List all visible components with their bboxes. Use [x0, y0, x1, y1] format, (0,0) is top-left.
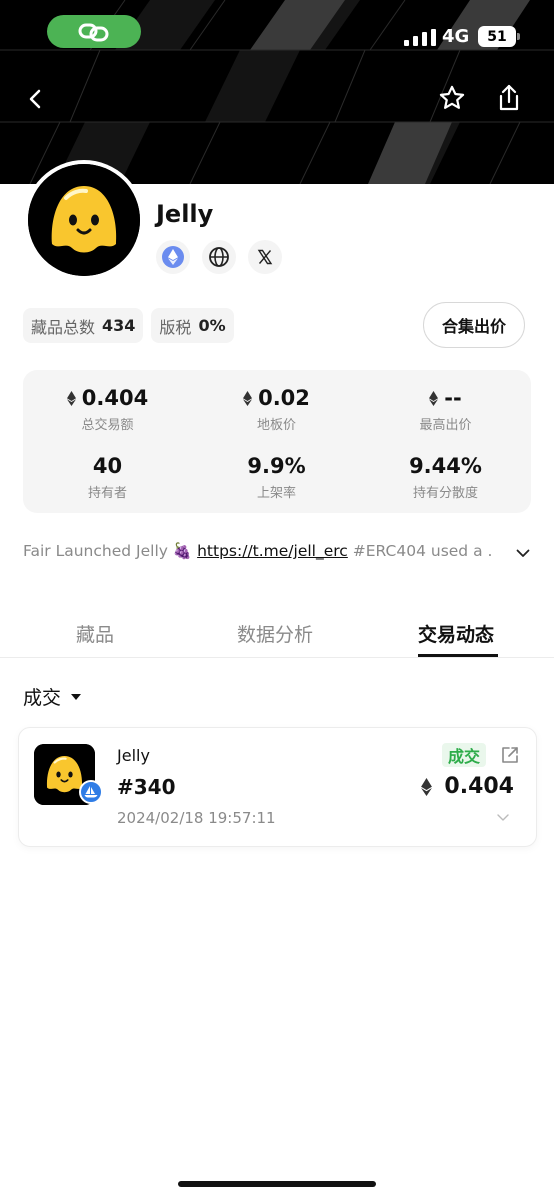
favorite-button[interactable] — [434, 80, 470, 116]
transaction-token-id: #340 — [117, 775, 176, 799]
stat-owners: 40 持有者 — [23, 454, 192, 501]
chip-value: 0% — [198, 316, 226, 335]
website-button[interactable] — [202, 240, 236, 274]
stat-holder-distribution: 9.44% 持有分散度 — [361, 454, 530, 501]
link-icon — [78, 23, 109, 41]
stat-label: 地板价 — [256, 418, 296, 433]
transaction-collection: Jelly — [117, 746, 150, 765]
back-button[interactable] — [18, 82, 52, 116]
total-items-chip: 藏品总数 434 — [23, 308, 144, 343]
stat-value: 40 — [92, 454, 123, 478]
chevron-left-icon — [29, 89, 41, 109]
ethereum-icon — [162, 246, 184, 268]
chevron-down-icon — [497, 813, 509, 821]
transaction-type-badge: 成交 — [442, 743, 487, 767]
collection-offer-button[interactable]: 合集出价 — [423, 302, 525, 348]
battery-indicator: 51 — [478, 26, 520, 47]
description-prefix: Fair Launched Jelly — [23, 542, 173, 560]
opensea-icon — [84, 786, 98, 798]
transaction-time: 2024/02/18 19:57:11 — [117, 809, 276, 827]
eth-icon — [429, 390, 439, 406]
royalty-chip: 版税 0% — [151, 308, 234, 343]
stat-listed-rate: 9.9% 上架率 — [192, 454, 361, 501]
ethereum-chain-button[interactable] — [156, 240, 190, 274]
x-twitter-button[interactable] — [248, 240, 282, 274]
home-indicator — [178, 1181, 376, 1187]
jelly-logo — [28, 164, 140, 276]
active-tab-indicator — [418, 654, 498, 657]
external-link-icon — [502, 747, 518, 763]
tab-analytics[interactable]: 数据分析 — [237, 620, 313, 647]
stat-value: 0.404 — [81, 386, 149, 410]
stat-total-volume: 0.404 总交易额 — [23, 386, 192, 433]
price-value: 0.404 — [444, 774, 514, 799]
stat-label: 持有者 — [87, 486, 127, 501]
collection-avatar — [24, 160, 144, 280]
eth-icon — [421, 777, 433, 796]
expand-transaction-button[interactable] — [495, 810, 511, 824]
collection-description: Fair Launched Jelly 🍇 https://t.me/jell_… — [23, 542, 493, 560]
stat-label: 总交易额 — [81, 418, 134, 433]
header-banner: 4G 51 — [0, 0, 554, 184]
chip-label: 版税 — [159, 317, 192, 337]
star-outline-icon — [439, 85, 465, 109]
stat-label: 最高出价 — [419, 418, 472, 433]
cellular-signal-icon — [404, 29, 436, 46]
caret-down-icon — [71, 693, 82, 700]
stat-highest-bid: -- 最高出价 — [361, 386, 530, 433]
grape-emoji: 🍇 — [172, 542, 193, 560]
tab-items[interactable]: 藏品 — [76, 620, 114, 647]
social-links — [156, 240, 282, 274]
stat-value: 9.9% — [247, 454, 306, 478]
network-type: 4G — [442, 26, 470, 47]
stat-value: -- — [444, 386, 462, 410]
tab-bar: 藏品 数据分析 交易动态 — [0, 606, 554, 658]
telegram-link[interactable]: https://t.me/jell_erc — [197, 542, 348, 560]
view-transaction-button[interactable] — [499, 744, 521, 766]
expand-description-button[interactable] — [512, 544, 534, 562]
stat-label: 上架率 — [256, 486, 296, 501]
transaction-price: 0.404 — [421, 774, 514, 799]
connection-pill[interactable] — [47, 15, 141, 48]
stat-floor-price: 0.02 地板价 — [192, 386, 361, 433]
collection-name: Jelly — [156, 200, 214, 228]
stat-value: 0.02 — [258, 386, 310, 410]
status-bar: 4G 51 — [0, 0, 554, 64]
globe-icon — [209, 247, 229, 267]
activity-filter-dropdown[interactable]: 成交 — [23, 683, 82, 710]
stat-label: 持有分散度 — [412, 486, 478, 501]
stats-card: 0.404 总交易额 0.02 地板价 -- 最高出价 40 持有者 9.9% … — [23, 370, 531, 513]
chevron-down-icon — [516, 549, 530, 557]
share-icon — [499, 84, 519, 111]
filter-selected: 成交 — [23, 687, 62, 709]
collection-chips: 藏品总数 434 版税 0% — [23, 308, 234, 343]
marketplace-badge — [79, 780, 103, 804]
chip-label: 藏品总数 — [31, 317, 96, 337]
eth-icon — [243, 390, 253, 406]
x-twitter-icon — [257, 249, 273, 265]
jelly-mascot-icon — [28, 164, 140, 276]
stat-value: 9.44% — [409, 454, 482, 478]
share-button[interactable] — [492, 80, 526, 116]
description-suffix: #ERC404 used a . — [347, 542, 493, 560]
eth-icon — [66, 390, 76, 406]
chip-value: 434 — [102, 316, 136, 335]
tab-activity[interactable]: 交易动态 — [418, 620, 494, 647]
